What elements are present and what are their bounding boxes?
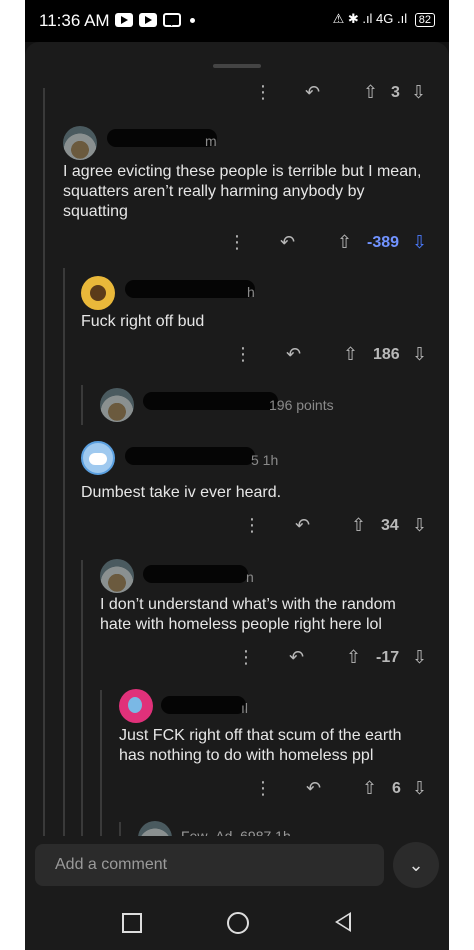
add-comment-input[interactable] (53, 855, 377, 875)
recents-button[interactable] (122, 913, 142, 933)
comment-meta: Few_Ad_6987 1h (181, 828, 291, 836)
phone-screen: 11:36 AM ⚠ ✱ .ıl 4G .ıl 82 ⋮ ↶ ⇧ 3 ⇩ m I… (25, 0, 449, 950)
avatar[interactable] (138, 821, 172, 836)
back-button[interactable] (335, 912, 351, 932)
chevron-down-icon[interactable]: ⌄ (393, 842, 439, 888)
comment-partial: Few_Ad_6987 1h (25, 0, 449, 836)
comment-composer (35, 844, 384, 886)
home-button[interactable] (227, 912, 249, 934)
system-nav-bar (25, 894, 449, 950)
